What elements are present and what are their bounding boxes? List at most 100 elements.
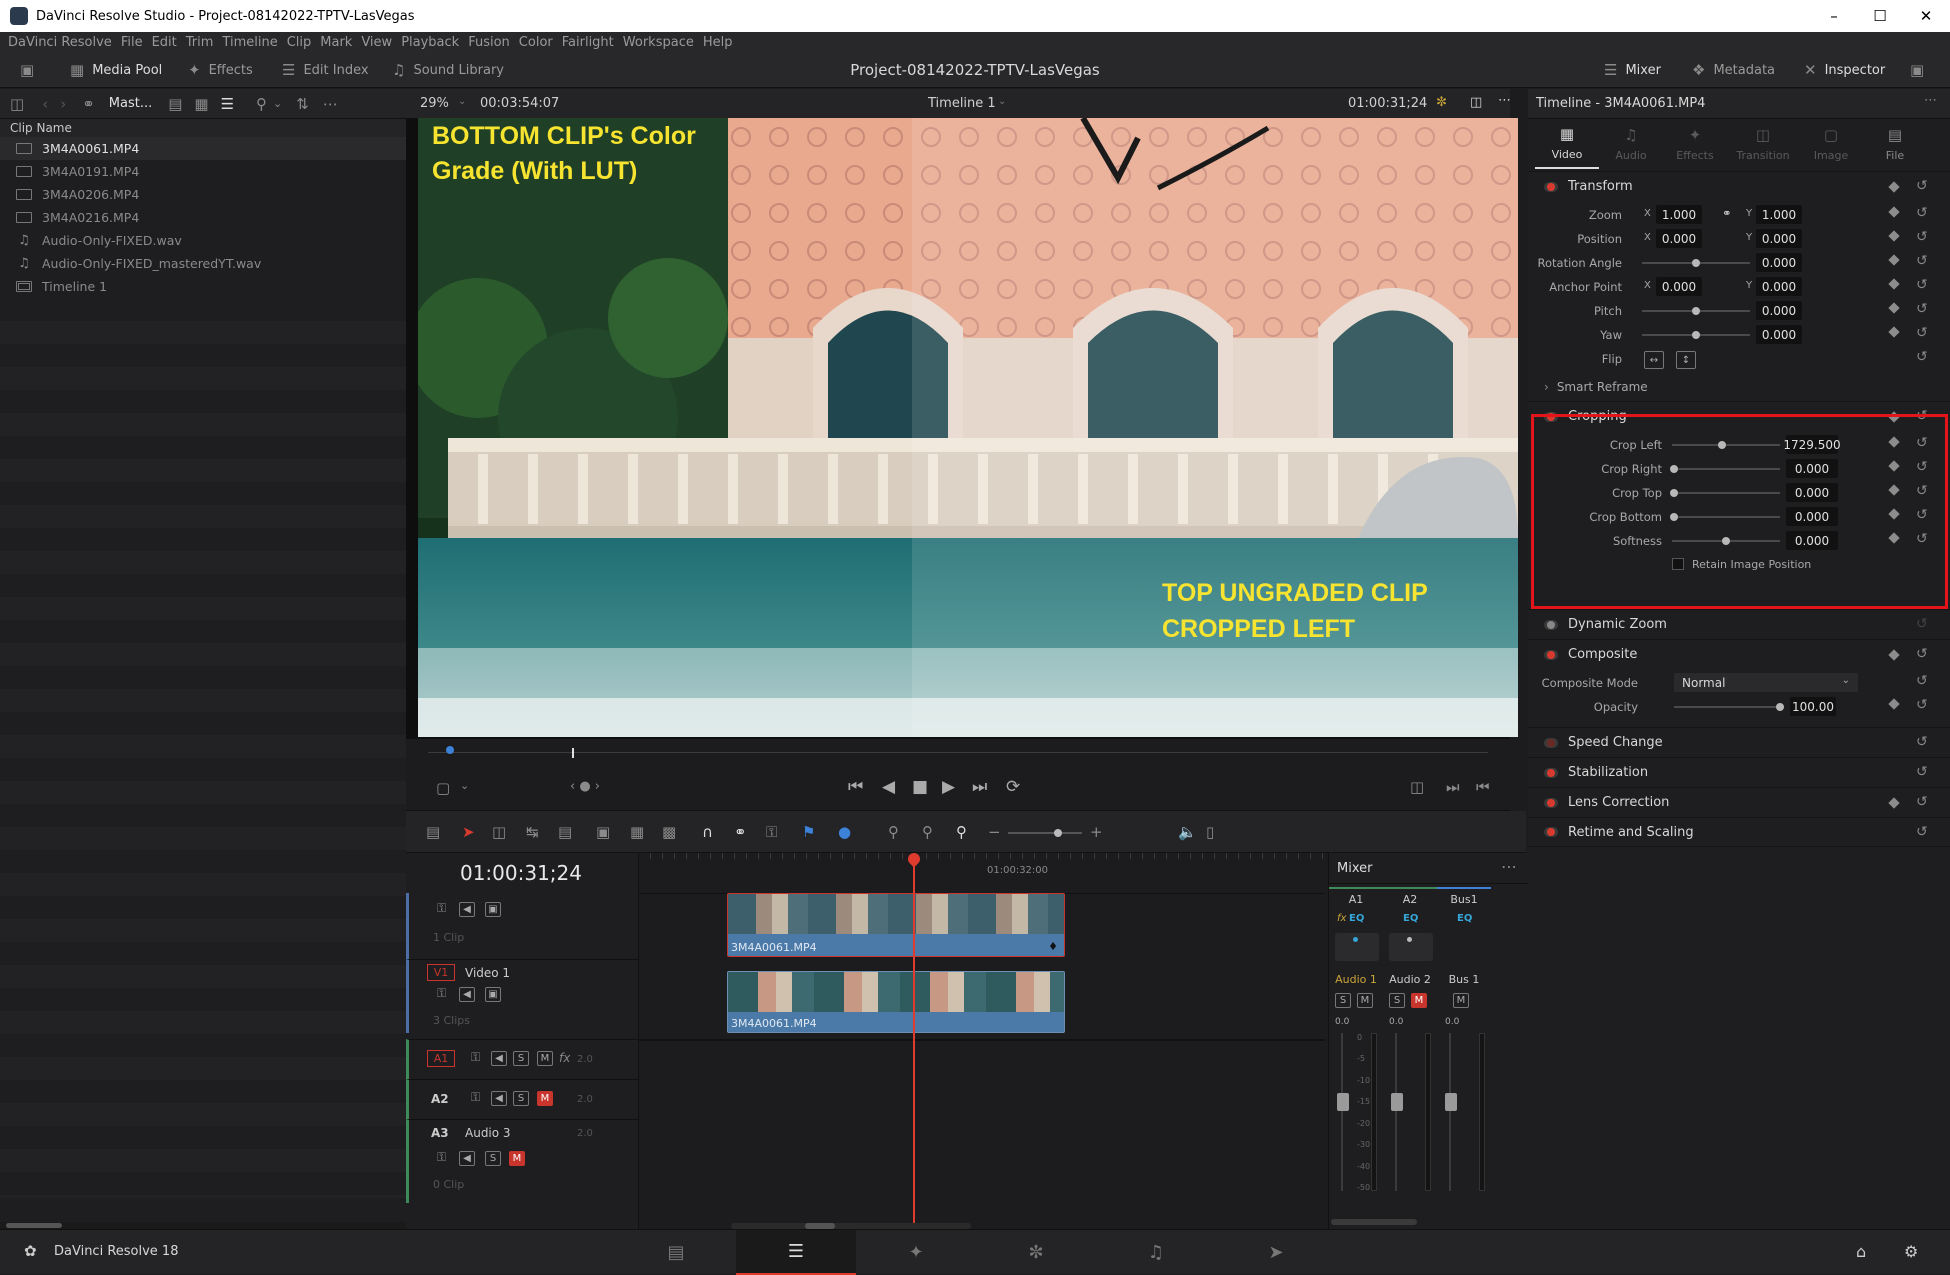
crop-bottom-slider[interactable] bbox=[1670, 513, 1780, 521]
mixer-button[interactable]: ☰ Mixer bbox=[1604, 52, 1661, 88]
anchor-x-field[interactable]: 0.000 bbox=[1656, 277, 1702, 296]
eq-icon[interactable]: EQ bbox=[1403, 913, 1418, 924]
more-options-icon[interactable]: ⋯ bbox=[1924, 93, 1937, 108]
zoom-x-field[interactable]: 1.000 bbox=[1656, 205, 1702, 224]
fairlight-page-button[interactable]: ♫ bbox=[1096, 1230, 1216, 1275]
viewer-scrub-bar[interactable] bbox=[406, 739, 1510, 767]
reset-icon[interactable]: ↺ bbox=[1916, 734, 1928, 750]
mute-button[interactable]: M bbox=[537, 1091, 553, 1106]
track-id-a3[interactable]: A3 bbox=[431, 1126, 449, 1140]
zoom-full-icon[interactable]: ⚲ bbox=[888, 823, 899, 841]
media-pool-scrollbar[interactable] bbox=[0, 1222, 406, 1229]
reset-icon[interactable]: ↺ bbox=[1916, 794, 1928, 810]
list-item[interactable]: 3M4A0206.MP4 bbox=[0, 183, 406, 206]
keyframe-icon[interactable] bbox=[1888, 254, 1900, 266]
reset-icon[interactable]: ↺ bbox=[1916, 646, 1928, 662]
zoom-detail-icon[interactable]: ⚲ bbox=[922, 823, 933, 841]
deliver-page-button[interactable]: ➤ bbox=[1216, 1230, 1336, 1275]
close-button[interactable]: ✕ bbox=[1904, 0, 1948, 32]
crop-left-field[interactable]: 1729.500 bbox=[1783, 435, 1841, 454]
softness-slider[interactable] bbox=[1672, 537, 1780, 545]
keyframe-icon[interactable] bbox=[1888, 326, 1900, 338]
keyframe-icon[interactable] bbox=[1888, 411, 1900, 423]
flag-icon[interactable]: ⚑ bbox=[802, 823, 815, 841]
opacity-slider[interactable] bbox=[1674, 703, 1784, 711]
maximize-button[interactable]: ☐ bbox=[1858, 0, 1902, 32]
reset-icon[interactable]: ↺ bbox=[1916, 673, 1928, 689]
flip-horizontal-icon[interactable]: ↔ bbox=[1644, 351, 1664, 369]
rotation-slider[interactable] bbox=[1642, 259, 1750, 267]
link-icon[interactable]: ⚭ bbox=[82, 95, 95, 113]
softness-field[interactable]: 0.000 bbox=[1786, 531, 1838, 550]
color-wheel-icon[interactable]: ✼ bbox=[1436, 95, 1447, 110]
keyframe-icon[interactable] bbox=[1888, 206, 1900, 218]
pan-control[interactable] bbox=[1389, 933, 1433, 961]
fx-icon[interactable]: fx bbox=[1337, 913, 1346, 924]
section-retime-and-scaling[interactable]: Retime and Scaling ↺ bbox=[1528, 817, 1950, 847]
sound-library-button[interactable]: ♫ Sound Library bbox=[392, 52, 504, 88]
pitch-slider[interactable] bbox=[1642, 307, 1750, 315]
timeline-tracks-area[interactable]: 01:00:32:00 3M4A0061.MP4 ♦ 3M4A0061.MP4 bbox=[639, 850, 1325, 1233]
fusion-page-button[interactable]: ✦ bbox=[856, 1230, 976, 1275]
timeline-playhead[interactable] bbox=[913, 861, 915, 1233]
menu-item-fairlight[interactable]: Fairlight bbox=[562, 35, 614, 50]
rotation-field[interactable]: 0.000 bbox=[1756, 253, 1802, 272]
anchor-y-field[interactable]: 0.000 bbox=[1756, 277, 1802, 296]
auto-select-icon[interactable]: ◀ bbox=[459, 1151, 475, 1166]
zoom-slider[interactable] bbox=[1008, 829, 1082, 837]
effects-button[interactable]: ✦ Effects bbox=[188, 52, 253, 88]
menu-item-davinci-resolve[interactable]: DaVinci Resolve bbox=[8, 35, 112, 50]
search-icon[interactable]: ⚲ bbox=[256, 95, 267, 113]
auto-select-icon[interactable]: ◀ bbox=[459, 987, 475, 1002]
speaker-icon[interactable]: 🔈 bbox=[1178, 823, 1197, 841]
thumbnail-view-icon[interactable]: ▦ bbox=[194, 95, 208, 113]
keyframe-icon[interactable] bbox=[1888, 508, 1900, 520]
track-id-a1[interactable]: A1 bbox=[427, 1050, 455, 1067]
list-item[interactable]: ♫ Audio-Only-FIXED_masteredYT.wav bbox=[0, 252, 406, 275]
previous-edit-icon[interactable]: ⏮ bbox=[1476, 778, 1490, 796]
keyframe-icon[interactable] bbox=[1888, 797, 1900, 809]
enable-toggle[interactable] bbox=[1544, 181, 1558, 192]
safe-area-icon[interactable]: ▢ bbox=[436, 779, 450, 797]
chevron-down-icon[interactable]: ⌄ bbox=[458, 96, 466, 107]
auto-select-icon[interactable]: ◀ bbox=[491, 1051, 507, 1066]
keyframe-icon[interactable] bbox=[1888, 436, 1900, 448]
section-transform[interactable]: Transform ↺ bbox=[1528, 171, 1950, 201]
back-arrow-icon[interactable]: ‹ bbox=[42, 95, 48, 113]
menu-item-file[interactable]: File bbox=[121, 35, 143, 50]
timeline-ruler[interactable] bbox=[639, 853, 1325, 893]
skip-end-icon[interactable]: ⏭ bbox=[972, 777, 987, 797]
enable-toggle[interactable] bbox=[1544, 737, 1558, 748]
zoom-in-icon[interactable]: + bbox=[1090, 823, 1103, 841]
reset-icon[interactable]: ↺ bbox=[1916, 764, 1928, 780]
menu-item-workspace[interactable]: Workspace bbox=[623, 35, 694, 50]
workspace-toggle-button[interactable]: ▣ bbox=[20, 52, 34, 88]
metadata-button[interactable]: ❖ Metadata bbox=[1692, 52, 1775, 88]
replace-clip-icon[interactable]: ▩ bbox=[662, 823, 676, 841]
bin-name[interactable]: Mast... bbox=[109, 96, 152, 111]
reset-icon[interactable]: ↺ bbox=[1916, 277, 1928, 293]
position-x-field[interactable]: 0.000 bbox=[1656, 229, 1702, 248]
media-page-button[interactable]: ▤ bbox=[616, 1230, 736, 1275]
enable-toggle[interactable] bbox=[1544, 827, 1558, 837]
enable-toggle[interactable] bbox=[1544, 649, 1558, 660]
reset-icon[interactable]: ↺ bbox=[1916, 616, 1928, 632]
reset-icon[interactable]: ↺ bbox=[1916, 531, 1928, 547]
inspector-button[interactable]: ✕ Inspector bbox=[1804, 52, 1885, 88]
next-edit-icon[interactable]: ⏭ bbox=[1446, 778, 1460, 796]
lock-icon[interactable]: ⚿ bbox=[471, 1090, 480, 1105]
keyframe-icon[interactable] bbox=[1888, 484, 1900, 496]
mixer-scrollbar[interactable] bbox=[1331, 1219, 1417, 1225]
pitch-field[interactable]: 0.000 bbox=[1756, 301, 1802, 320]
flip-vertical-icon[interactable]: ↕ bbox=[1676, 351, 1696, 369]
lock-icon[interactable]: ⚿ bbox=[437, 986, 446, 1001]
enable-toggle[interactable] bbox=[1544, 619, 1558, 630]
mute-button[interactable]: M bbox=[537, 1051, 553, 1066]
sidebar-toggle-icon[interactable]: ◫ bbox=[10, 95, 24, 113]
scrub-playhead[interactable] bbox=[572, 748, 574, 758]
mute-button[interactable]: M bbox=[1411, 993, 1427, 1008]
keyframe-icon[interactable] bbox=[1888, 181, 1900, 193]
keyframe-icon[interactable] bbox=[1888, 698, 1900, 710]
reset-icon[interactable]: ↺ bbox=[1916, 301, 1928, 317]
menu-item-trim[interactable]: Trim bbox=[186, 35, 214, 50]
